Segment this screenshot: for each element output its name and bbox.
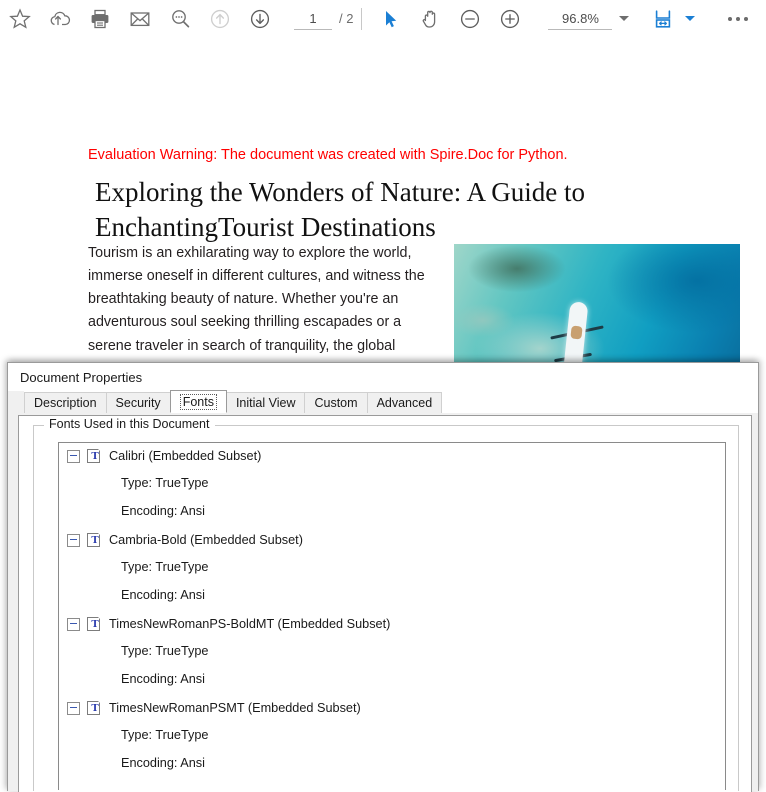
page-number-input[interactable] [294, 7, 332, 30]
fonts-groupbox-label: Fonts Used in this Document [44, 417, 215, 431]
email-icon[interactable] [120, 1, 160, 37]
fonts-tab-panel: Fonts Used in this Document T Calibri (E… [18, 415, 752, 792]
font-name-label: TimesNewRomanPSMT (Embedded Subset) [109, 701, 361, 715]
zoom-in-icon[interactable] [490, 1, 530, 37]
font-name-label: Calibri (Embedded Subset) [109, 449, 262, 463]
font-tree-header[interactable]: T Cambria-Bold (Embedded Subset) [59, 527, 725, 553]
zoom-chevron-down-icon[interactable] [619, 16, 630, 21]
font-tree-node: T Calibri (Embedded Subset) Type: TrueTy… [59, 443, 725, 527]
tab-initial-view[interactable]: Initial View [225, 392, 306, 413]
tab-security-label: Security [115, 396, 161, 410]
dialog-titlebar[interactable]: Document Properties [8, 363, 758, 391]
page-total-label: / 2 [339, 11, 354, 26]
font-tree-header[interactable]: T TimesNewRomanPS-BoldMT (Embedded Subse… [59, 611, 725, 637]
previous-page-arrow-icon[interactable] [200, 1, 240, 37]
tab-custom-label: Custom [314, 396, 358, 410]
fonts-tree-list[interactable]: T Calibri (Embedded Subset) Type: TrueTy… [58, 442, 726, 790]
tab-fonts[interactable]: Fonts [169, 390, 227, 413]
collapse-minus-icon[interactable] [67, 701, 80, 715]
more-options-icon[interactable] [728, 16, 748, 21]
font-tree-header[interactable]: T Calibri (Embedded Subset) [59, 443, 725, 469]
font-type-label: Type: TrueType [121, 728, 209, 742]
tab-security[interactable]: Security [105, 392, 171, 413]
tab-description[interactable]: Description [24, 392, 107, 413]
search-icon[interactable] [160, 1, 200, 37]
zoom-level-input[interactable] [548, 7, 613, 30]
collapse-minus-icon[interactable] [67, 617, 80, 631]
cloud-upload-icon[interactable] [40, 1, 80, 37]
font-tree-node: T TimesNewRomanPS-BoldMT (Embedded Subse… [59, 611, 725, 695]
toolbar-divider [361, 7, 363, 30]
tab-fonts-label: Fonts [179, 393, 217, 410]
zoom-out-icon[interactable] [450, 1, 490, 37]
font-name-label: Cambria-Bold (Embedded Subset) [109, 533, 303, 547]
font-name-label: TimesNewRomanPS-BoldMT (Embedded Subset) [109, 617, 391, 631]
print-icon[interactable] [80, 1, 120, 37]
document-properties-dialog[interactable]: Document Properties Description Security… [7, 362, 759, 792]
truetype-font-icon: T [87, 616, 102, 632]
fit-width-icon[interactable] [643, 1, 683, 37]
font-tree-node: T TimesNewRomanPSMT (Embedded Subset) Ty… [59, 695, 725, 779]
font-type-label: Type: TrueType [121, 560, 209, 574]
tab-description-label: Description [34, 396, 97, 410]
truetype-font-glyph: T [91, 701, 98, 714]
kayak-person-shape [570, 325, 583, 340]
document-body-paragraph: Tourism is an exhilarating way to explor… [88, 245, 425, 377]
collapse-minus-icon[interactable] [67, 449, 80, 463]
font-encoding-label: Encoding: Ansi [121, 504, 205, 518]
page-navigation: / 2 [294, 7, 353, 30]
fonts-groupbox: Fonts Used in this Document T Calibri (E… [33, 417, 739, 791]
tab-custom[interactable]: Custom [304, 392, 368, 413]
tab-initial-view-label: Initial View [235, 396, 296, 410]
kayak-aerial-photo [454, 244, 740, 367]
font-tree-header[interactable]: T TimesNewRomanPSMT (Embedded Subset) [59, 695, 725, 721]
font-encoding-label: Encoding: Ansi [121, 588, 205, 602]
font-encoding-label: Encoding: Ansi [121, 756, 205, 770]
truetype-font-glyph: T [91, 449, 98, 462]
bookmark-star-icon[interactable] [0, 1, 40, 37]
font-type-label: Type: TrueType [121, 476, 209, 490]
truetype-font-glyph: T [91, 533, 98, 546]
truetype-font-icon: T [87, 448, 102, 464]
font-encoding-label: Encoding: Ansi [121, 672, 205, 686]
select-cursor-icon[interactable] [370, 1, 410, 37]
evaluation-warning-text: Evaluation Warning: The document was cre… [88, 147, 568, 163]
tab-advanced-label: Advanced [376, 396, 433, 410]
dialog-tabstrip: Description Security Fonts Initial View … [24, 390, 758, 413]
collapse-minus-icon[interactable] [67, 533, 80, 547]
truetype-font-icon: T [87, 532, 102, 548]
hand-pan-icon[interactable] [410, 1, 450, 37]
dialog-title: Document Properties [20, 369, 143, 385]
document-heading: Exploring the Wonders of Nature: A Guide… [95, 177, 585, 242]
next-page-arrow-icon[interactable] [240, 1, 280, 37]
zoom-control [548, 7, 630, 30]
truetype-font-glyph: T [91, 617, 98, 630]
truetype-font-icon: T [87, 700, 102, 716]
font-tree-node: T Cambria-Bold (Embedded Subset) Type: T… [59, 527, 725, 611]
tab-advanced[interactable]: Advanced [366, 392, 443, 413]
fit-chevron-down-icon[interactable] [685, 16, 696, 21]
pdf-toolbar: / 2 [0, 0, 766, 38]
font-type-label: Type: TrueType [121, 644, 209, 658]
